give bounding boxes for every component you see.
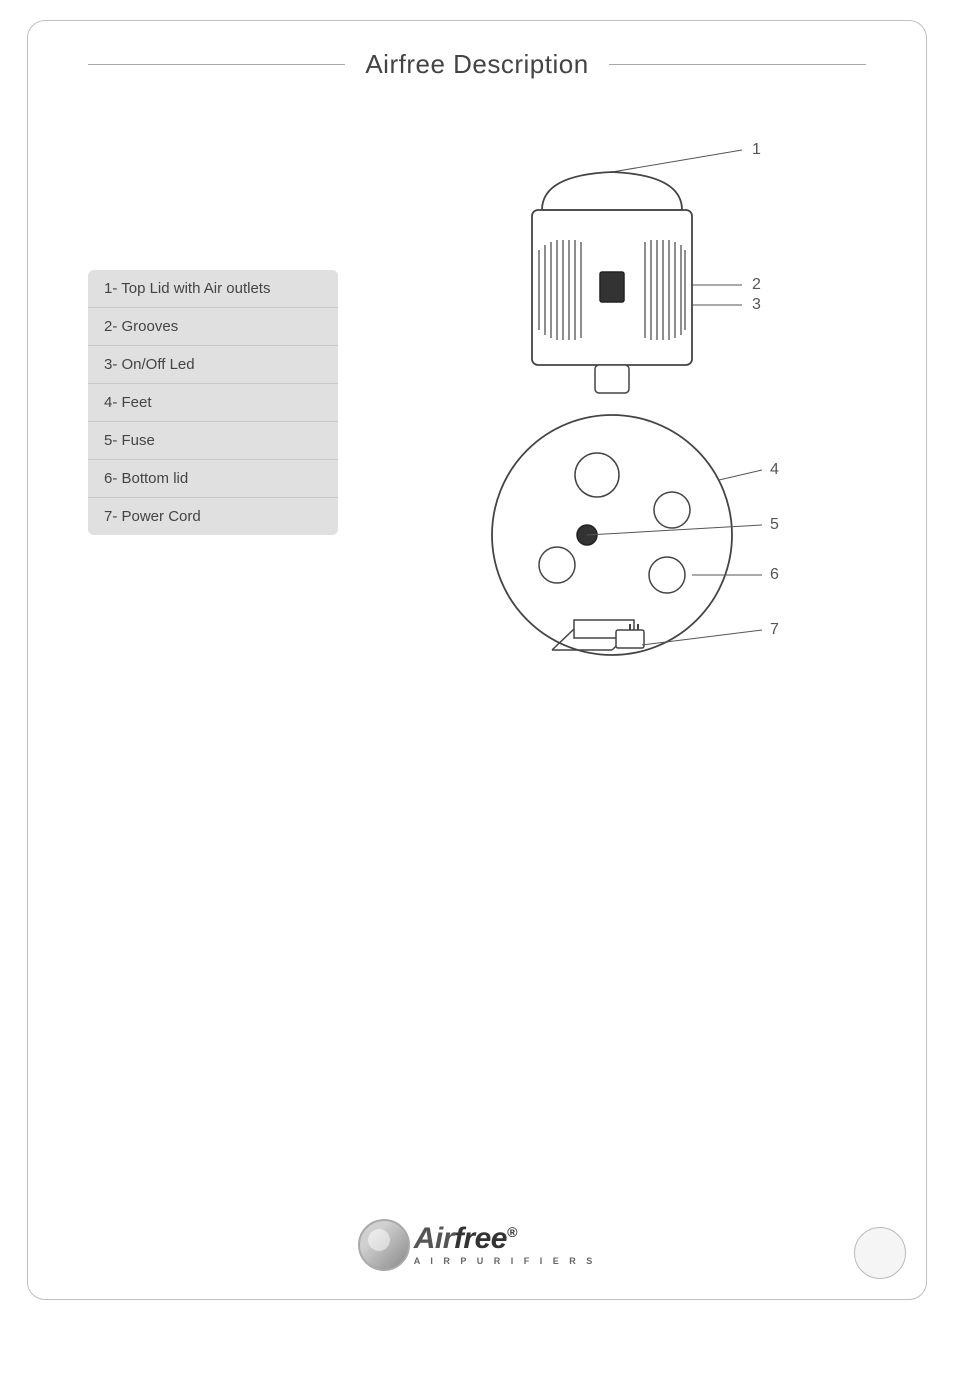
page-container: Airfree Description 1- Top Lid with Air … <box>27 20 927 1300</box>
main-content: 1- Top Lid with Air outlets 2- Grooves 3… <box>28 90 926 790</box>
title-line-right <box>609 64 866 65</box>
title-area: Airfree Description <box>28 21 926 90</box>
legend-item-6: 6- Bottom lid <box>88 460 338 498</box>
logo-free: free <box>454 1222 507 1255</box>
diagram-area: 1 <box>358 110 886 770</box>
airfree-logo: Airfree® A I R P U R I F I E R S <box>358 1219 597 1271</box>
legend-item-4: 4- Feet <box>88 384 338 422</box>
logo-container: Airfree® A I R P U R I F I E R S <box>358 1219 597 1271</box>
footer: Airfree® A I R P U R I F I E R S <box>28 1219 926 1271</box>
device-diagram: 1 <box>412 120 832 770</box>
svg-text:7: 7 <box>770 621 779 638</box>
legend-item-2: 2- Grooves <box>88 308 338 346</box>
legend-panel: 1- Top Lid with Air outlets 2- Grooves 3… <box>88 270 338 535</box>
page-title: Airfree Description <box>345 49 608 80</box>
svg-text:3: 3 <box>752 296 761 313</box>
legend-item-1: 1- Top Lid with Air outlets <box>88 270 338 308</box>
svg-text:6: 6 <box>770 566 779 583</box>
legend-item-7: 7- Power Cord <box>88 498 338 535</box>
svg-text:1: 1 <box>752 141 761 158</box>
legend-item-5: 5- Fuse <box>88 422 338 460</box>
svg-text:4: 4 <box>770 461 779 478</box>
svg-text:2: 2 <box>752 276 761 293</box>
logo-text-block: Airfree® A I R P U R I F I E R S <box>414 1224 597 1266</box>
logo-registered: ® <box>507 1224 517 1240</box>
logo-air: Air <box>414 1222 454 1255</box>
corner-decoration <box>854 1227 906 1279</box>
svg-text:5: 5 <box>770 516 779 533</box>
legend-item-3: 3- On/Off Led <box>88 346 338 384</box>
logo-brand: Airfree® <box>414 1224 517 1254</box>
logo-tagline: A I R P U R I F I E R S <box>414 1256 597 1266</box>
title-line-left <box>88 64 345 65</box>
logo-circle-icon <box>358 1219 410 1271</box>
